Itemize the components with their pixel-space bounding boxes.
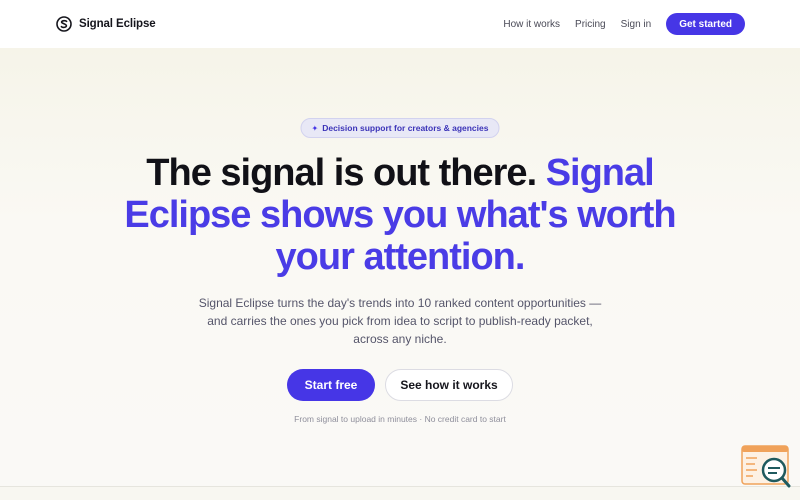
section-divider [0, 486, 800, 487]
nav-link-how-it-works[interactable]: How it works [503, 19, 560, 30]
hero-fineprint: From signal to upload in minutes · No cr… [294, 414, 506, 424]
hero-headline: The signal is out there. Signal Eclipse … [120, 152, 680, 278]
document-search-icon [741, 445, 791, 488]
brand[interactable]: Signal Eclipse [56, 16, 156, 32]
s-swirl-icon [56, 16, 72, 32]
hero-subheading: Signal Eclipse turns the day's trends in… [198, 296, 602, 346]
sparkle-icon: ✦ [311, 123, 319, 133]
help-widget-button[interactable] [741, 445, 791, 489]
landing-page: Signal Eclipse How it works Pricing Sign… [0, 0, 800, 500]
nav-link-pricing[interactable]: Pricing [575, 19, 606, 30]
headline-plain: The signal is out there. [146, 152, 546, 194]
top-nav: Signal Eclipse How it works Pricing Sign… [0, 0, 800, 48]
start-free-button[interactable]: Start free [287, 369, 375, 401]
hero-actions: Start free See how it works [0, 369, 800, 401]
see-how-it-works-button[interactable]: See how it works [385, 369, 513, 401]
hero-badge: ✦ Decision support for creators & agenci… [300, 118, 500, 138]
get-started-button[interactable]: Get started [666, 13, 745, 35]
hero-badge-text: Decision support for creators & agencies [322, 123, 489, 133]
hero-section: ✦ Decision support for creators & agenci… [0, 48, 800, 486]
nav-links: How it works Pricing Sign in Get started [503, 13, 745, 35]
nav-link-sign-in[interactable]: Sign in [621, 19, 652, 30]
brand-name: Signal Eclipse [79, 18, 156, 30]
